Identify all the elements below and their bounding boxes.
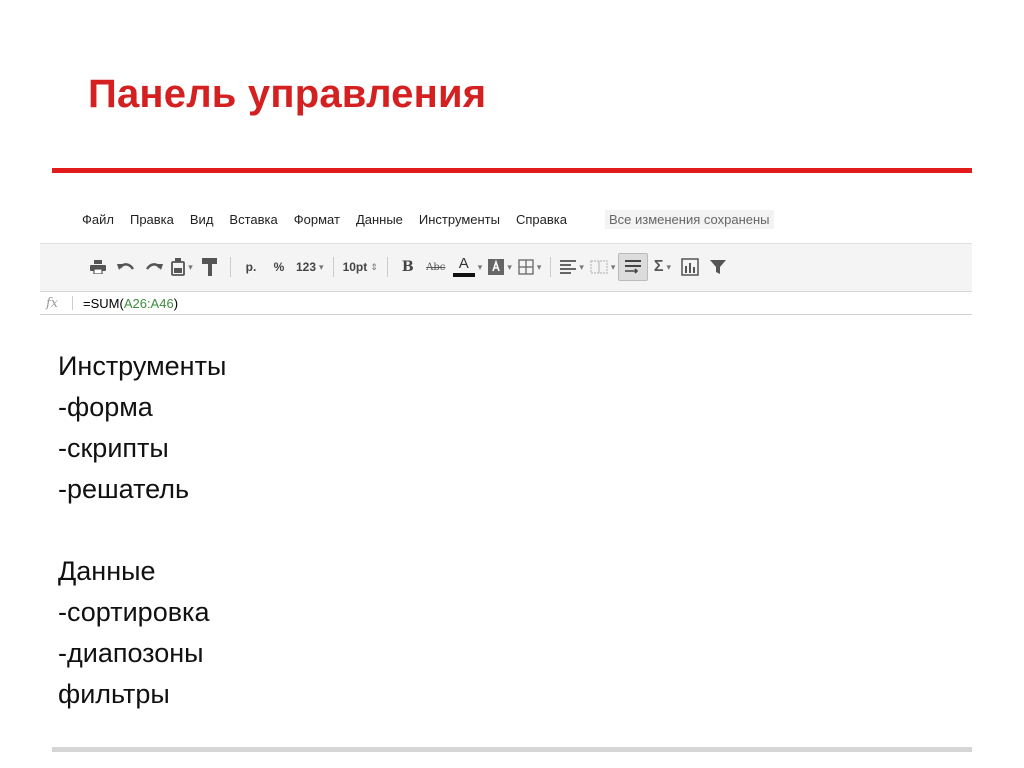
print-icon[interactable] [84,254,112,280]
font-size-select[interactable]: 10pt ⇕ [340,254,381,280]
toolbar-divider [386,257,388,277]
menu-bar: Файл Правка Вид Вставка Формат Данные Ин… [80,205,980,233]
formula-range: A26:A46 [123,295,174,311]
chevron-down-icon: ▾ [536,261,542,272]
body-line: -диапозоны [58,638,204,668]
up-down-icon: ⇕ [370,261,378,272]
toolbar-divider [332,257,334,277]
slide-title: Панель управления [88,72,487,116]
toolbar-divider [230,257,231,277]
percent-format-button[interactable]: % [265,254,293,280]
filter-icon [710,260,727,274]
slide-body: Инструменты -форма -скрипты -решатель Да… [58,346,226,715]
body-line: Инструменты [58,351,227,381]
chevron-down-icon: ▾ [188,261,193,272]
chevron-down-icon: ▾ [319,261,324,272]
font-size-value: 10pt [342,260,368,274]
wrap-text-icon [625,260,642,274]
undo-icon[interactable] [112,254,140,280]
chevron-down-icon: ▾ [507,261,512,272]
sum-icon: Σ [653,258,664,275]
number-format-button[interactable]: 123 ▾ [293,254,327,280]
paint-bucket-icon[interactable]: ▾ [168,254,196,280]
body-line: -скрипты [58,433,169,463]
formula-divider [72,296,73,310]
formula-bar: fx =SUM(A26:A46) [40,292,972,315]
menu-help[interactable]: Справка [514,210,569,229]
menu-edit[interactable]: Правка [128,210,176,229]
formula-suffix: ) [173,295,179,311]
menu-data[interactable]: Данные [354,210,405,229]
title-underline [52,168,972,173]
bold-button[interactable]: B [394,254,422,280]
align-left-icon [560,260,577,274]
formula-input[interactable]: =SUM(A26:A46) [83,296,178,311]
sum-button[interactable]: Σ ▾ [648,254,676,280]
text-color-icon: A [458,255,469,272]
menu-insert[interactable]: Вставка [227,210,279,229]
footer-rule [52,747,972,752]
menu-file[interactable]: Файл [80,210,116,229]
merge-cells-button[interactable]: ▾ [587,254,619,280]
menu-tools[interactable]: Инструменты [417,210,502,229]
toolbar: ▾ р. % 123 ▾ 10pt ⇕ B Abc A ▾ ▾ ▾ ▾ ▾ Σ … [84,253,732,281]
wrap-text-button[interactable] [618,253,649,281]
text-color-swatch [452,273,475,277]
menu-view[interactable]: Вид [188,210,216,229]
paint-format-icon[interactable] [196,254,224,280]
currency-format-button[interactable]: р. [237,254,265,280]
formula-prefix: =SUM( [83,295,124,311]
fill-color-icon [488,259,505,275]
merge-cells-icon [590,260,608,274]
filter-button[interactable] [704,254,732,280]
text-color-button[interactable]: A ▾ [450,254,486,280]
body-line: -форма [58,392,153,422]
align-button[interactable]: ▾ [557,254,587,280]
body-line: -решатель [58,474,190,504]
number-format-label: 123 [296,260,317,274]
body-line: фильтры [58,679,170,709]
chevron-down-icon: ▾ [579,261,584,272]
chart-button[interactable] [676,254,704,280]
fx-icon: fx [46,295,59,311]
borders-button[interactable]: ▾ [515,254,545,280]
save-status: Все изменения сохранены [604,209,774,229]
menu-format[interactable]: Формат [292,210,342,229]
chart-icon [681,258,700,276]
strikethrough-button[interactable]: Abc [422,254,450,280]
body-line: Данные [58,556,156,586]
chevron-down-icon: ▾ [666,261,672,272]
borders-icon [518,259,534,275]
chevron-down-icon: ▾ [610,261,616,272]
fill-color-button[interactable]: ▾ [485,254,515,280]
toolbar-divider [550,257,552,277]
chevron-down-icon: ▾ [477,261,483,272]
body-line: -сортировка [58,597,210,627]
redo-icon[interactable] [140,254,168,280]
